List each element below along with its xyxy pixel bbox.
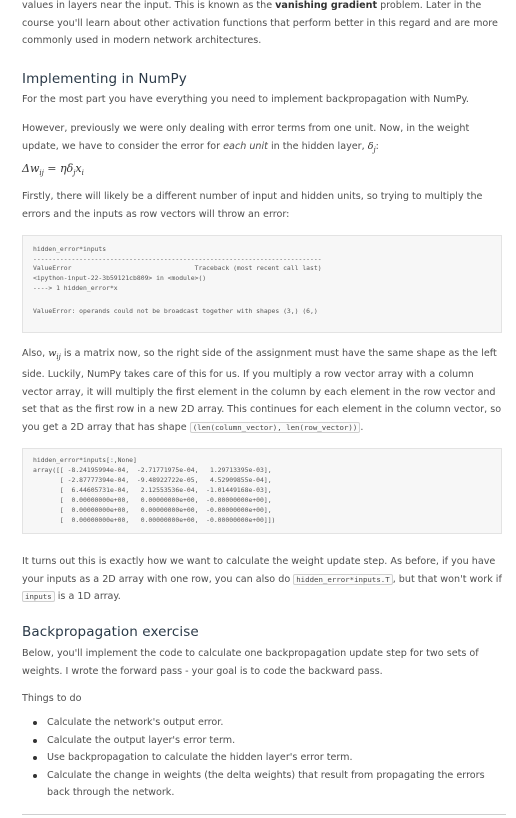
section-heading-numpy: Implementing in NumPy: [22, 71, 187, 87]
list-item-text: Calculate the change in weights (the del…: [47, 769, 485, 799]
paragraph-row-vectors: Firstly, there will likely be a differen…: [22, 191, 483, 220]
inline-code-inputs: inputs: [22, 591, 55, 602]
code-line: ----> 1 hidden_error*x: [33, 284, 118, 292]
emphasis-text: each unit: [223, 140, 268, 152]
section-heading-exercise: Backpropagation exercise: [22, 624, 199, 640]
intro-paragraph: values in layers near the input. This is…: [22, 0, 506, 50]
code-line: [ 6.44605731e-04, 2.12553536e-04, -1.014…: [33, 486, 272, 494]
w-ij-symbol: wij: [48, 348, 61, 361]
code-line: [ -2.87777394e-04, -9.48922722e-05, 4.52…: [33, 476, 272, 484]
list-item-text: Calculate the output layer's error term.: [47, 734, 236, 746]
paragraph-things-to-do: Things to do: [22, 693, 82, 704]
code-line: <ipython-input-22-3b59121cb809> in <modu…: [33, 274, 207, 282]
code-line: ValueError: operands could not be broadc…: [33, 307, 318, 315]
text-segment: in the hidden layer,: [267, 140, 368, 152]
code-line: hidden_error*inputs: [33, 245, 107, 253]
list-item-text: Use backpropagation to calculate the hid…: [47, 752, 353, 763]
code-block-error: hidden_error*inputs --------------------…: [22, 235, 502, 333]
text-segment: Also,: [22, 348, 49, 359]
paragraph-error-per-unit: However, previously we were only dealing…: [22, 123, 470, 154]
inline-code-shape: (len(column_vector), len(row_vector)): [189, 421, 361, 433]
text-segment: .: [360, 421, 364, 433]
list-item: Use backpropagation to calculate the hid…: [30, 749, 500, 767]
paragraph-numpy-intro: For the most part you have everything yo…: [22, 94, 469, 105]
list-item-text: Calculate the network's output error.: [47, 717, 224, 728]
paragraph-weight-update-step: It turns out this is exactly how we want…: [22, 553, 506, 606]
bullet-icon: [33, 756, 37, 760]
code-line: [ 0.00000000e+00, 0.00000000e+00, -0.000…: [33, 506, 272, 514]
todo-list: Calculate the network's output error. Ca…: [30, 714, 500, 802]
code-block-array: hidden_error*inputs[:,None] array([[ -8.…: [22, 448, 502, 534]
paragraph-matrix-shape: Also, wij is a matrix now, so the right …: [22, 345, 506, 436]
inline-code-transpose: hidden_error*inputs.T: [293, 573, 393, 585]
code-line: ValueError Traceback (most recent call l…: [33, 264, 322, 272]
bullet-icon: [33, 773, 37, 778]
code-line: ----------------------------------------…: [33, 255, 322, 263]
list-item: Calculate the output layer's error term.: [30, 732, 500, 750]
weight-update-formula: Δwij = ηδjxi: [22, 162, 84, 178]
code-line: [ 0.00000000e+00, 0.00000000e+00, -0.000…: [33, 516, 276, 524]
text-segment: is a matrix now, so the right side of th…: [22, 348, 502, 433]
text-segment: is a 1D array.: [54, 591, 121, 602]
paragraph-exercise-intro: Below, you'll implement the code to calc…: [22, 648, 479, 677]
divider: [22, 814, 506, 815]
list-item: Calculate the network's output error.: [30, 714, 500, 732]
delta-j-symbol: δj: [367, 140, 376, 154]
code-line: [ 0.00000000e+00, 0.00000000e+00, -0.000…: [33, 496, 272, 504]
code-line: hidden_error*inputs[:,None]: [33, 456, 137, 464]
intro-text: values in layers near the input. This is…: [22, 0, 276, 11]
text-segment: , but that won't work if: [392, 573, 502, 585]
code-line: array([[ -8.24195994e-04, -2.71771975e-0…: [33, 466, 272, 474]
list-item: Calculate the change in weights (the del…: [30, 767, 500, 802]
bullet-icon: [33, 721, 37, 725]
bullet-icon: [33, 738, 37, 743]
intro-bold-term: vanishing gradient: [275, 0, 378, 11]
